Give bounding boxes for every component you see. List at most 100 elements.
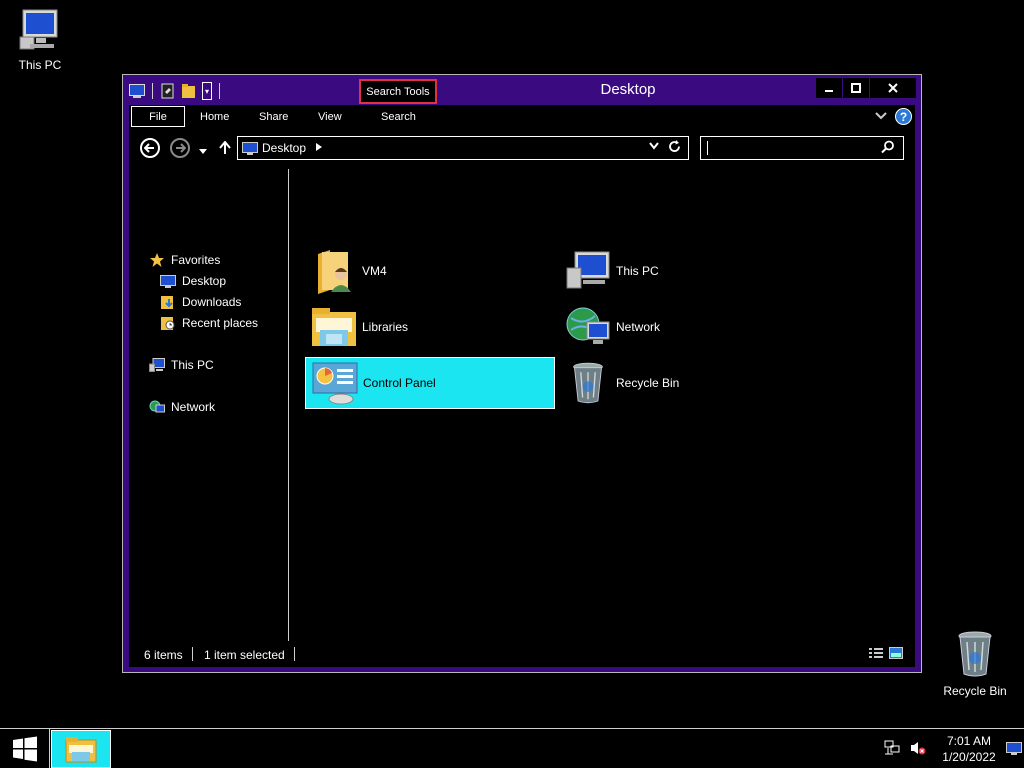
view-switcher [869, 647, 903, 662]
desktop-icon-label: Recycle Bin [943, 684, 1007, 698]
clock-time: 7:01 AM [946, 734, 992, 748]
tab-view[interactable]: View [318, 105, 342, 129]
network-icon [149, 399, 165, 415]
recycle-bin-icon [958, 631, 992, 677]
item-name: Libraries [362, 320, 409, 334]
tab-search[interactable]: Search [381, 105, 416, 129]
title-bar[interactable]: ▾ Search Tools Desktop [123, 75, 921, 105]
back-button[interactable] [140, 138, 160, 158]
properties-icon[interactable] [160, 83, 176, 99]
item-control-panel[interactable]: Control Panel [305, 357, 555, 409]
forward-button[interactable] [170, 138, 190, 158]
minimize-button[interactable] [816, 78, 842, 98]
address-dropdown-chevron-icon[interactable] [649, 142, 659, 153]
network-icon [563, 302, 613, 352]
up-button[interactable] [215, 138, 235, 158]
volume-muted-icon[interactable] [910, 740, 926, 759]
item-vm4[interactable]: VM4 [305, 245, 555, 297]
windows-logo-icon [12, 736, 37, 762]
chevron-down-icon [199, 149, 207, 154]
clock[interactable]: 7:01 AM 1/20/2022 [938, 733, 1000, 765]
desktop-icon [160, 273, 176, 289]
clock-date: 1/20/2022 [942, 750, 996, 764]
toolbar-separator [152, 83, 153, 99]
tab-file[interactable]: File [131, 106, 185, 127]
taskbar: 7:01 AM 1/20/2022 [0, 728, 1024, 768]
nav-label: Recent places [182, 316, 259, 330]
desktop-icon-this-pc[interactable]: This PC [0, 8, 80, 72]
selection-count: 1 item selected [204, 648, 285, 662]
nav-label: Desktop [182, 274, 227, 288]
item-name: Recycle Bin [616, 376, 680, 390]
status-bar: 6 items 1 item selected [129, 641, 915, 667]
item-name: Network [616, 320, 661, 334]
address-bar[interactable]: Desktop [237, 136, 689, 160]
item-recycle-bin[interactable]: Recycle Bin [559, 357, 809, 409]
tab-share[interactable]: Share [259, 105, 288, 129]
item-name: VM4 [362, 264, 387, 278]
navigation-bar: Desktop [129, 129, 915, 169]
computer-icon [149, 357, 165, 373]
navigation-pane: Favorites Desktop Downloads Recent place… [129, 169, 289, 641]
nav-label: Network [171, 400, 216, 414]
maximize-icon [851, 83, 861, 93]
status-separator [294, 647, 295, 661]
recent-places-icon [160, 315, 176, 331]
large-icons-view-icon[interactable] [889, 647, 903, 662]
minimize-icon [825, 90, 833, 92]
monitor-icon [242, 142, 258, 158]
breadcrumb-desktop[interactable]: Desktop [262, 141, 306, 155]
text-caret [707, 141, 708, 155]
quick-access-toolbar: ▾ [129, 82, 222, 100]
arrow-up-icon [219, 141, 231, 154]
file-explorer-icon [65, 737, 97, 763]
nav-this-pc[interactable]: This PC [149, 357, 214, 373]
window-title: Desktop [600, 81, 656, 98]
status-separator [192, 647, 193, 661]
breadcrumb-arrow-icon[interactable] [316, 143, 322, 153]
search-icon[interactable] [881, 140, 895, 157]
search-box[interactable] [700, 136, 904, 160]
nav-favorites[interactable]: Favorites [149, 252, 220, 268]
tab-home[interactable]: Home [200, 105, 229, 129]
details-view-icon[interactable] [869, 647, 883, 662]
new-folder-icon[interactable] [181, 83, 197, 99]
search-tools-context-tab[interactable]: Search Tools [359, 79, 437, 104]
recycle-bin-icon [563, 358, 613, 408]
start-button[interactable] [0, 729, 50, 768]
control-panel-icon [310, 358, 360, 408]
help-icon[interactable]: ? [895, 108, 912, 125]
nav-item-desktop[interactable]: Desktop [160, 273, 226, 289]
item-name: This PC [616, 264, 659, 278]
arrow-right-icon [176, 143, 186, 153]
taskbar-file-explorer-button[interactable] [51, 730, 111, 768]
explorer-window: ▾ Search Tools Desktop File Home Share V… [122, 74, 922, 673]
item-this-pc[interactable]: This PC [559, 245, 809, 297]
nav-label: Downloads [182, 295, 242, 309]
item-libraries[interactable]: Libraries [305, 301, 555, 353]
nav-network[interactable]: Network [149, 399, 215, 415]
item-count: 6 items [144, 648, 183, 662]
expand-ribbon-chevron-icon[interactable] [875, 110, 887, 124]
nav-item-recent-places[interactable]: Recent places [160, 315, 258, 331]
pane-splitter[interactable] [288, 169, 289, 641]
downloads-folder-icon [160, 294, 176, 310]
item-name: Control Panel [363, 376, 436, 390]
window-icon[interactable] [129, 83, 145, 99]
user-folder-icon [309, 246, 359, 296]
toolbar-separator [219, 83, 220, 99]
desktop-icon-label: This PC [18, 58, 62, 72]
refresh-icon[interactable] [668, 140, 681, 156]
item-network[interactable]: Network [559, 301, 809, 353]
close-icon [888, 83, 898, 93]
customize-toolbar-dropdown[interactable]: ▾ [202, 82, 212, 100]
network-status-icon[interactable] [884, 740, 900, 759]
computer-icon [563, 246, 613, 296]
maximize-button[interactable] [843, 78, 869, 98]
desktop-icon-recycle-bin[interactable]: Recycle Bin [935, 630, 1015, 698]
nav-item-downloads[interactable]: Downloads [160, 294, 241, 310]
star-icon [149, 252, 165, 268]
recent-locations-dropdown[interactable] [197, 142, 209, 162]
close-button[interactable] [870, 78, 916, 98]
show-desktop-icon[interactable] [1006, 742, 1022, 758]
